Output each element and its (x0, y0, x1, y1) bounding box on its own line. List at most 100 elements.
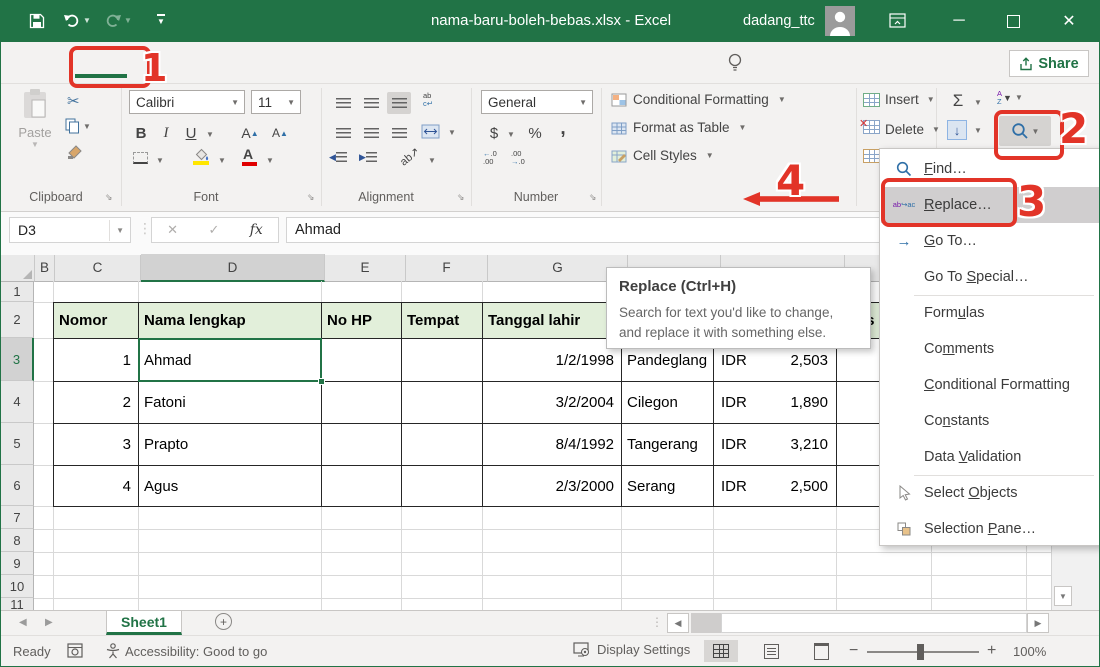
cell[interactable]: 1/2/1998 (483, 339, 622, 382)
row-header-cell[interactable]: 5 (1, 423, 34, 465)
font-color-icon[interactable]: A (243, 146, 253, 162)
cell[interactable]: Nama lengkap (139, 303, 322, 339)
conditional-formatting-button[interactable]: Conditional Formatting▼ (611, 92, 786, 107)
italic-button[interactable]: I (156, 122, 176, 144)
menu-item-data-validation[interactable]: Data Validation (881, 439, 1100, 475)
zoom-slider-thumb[interactable] (917, 644, 924, 660)
menu-item-selection-pane[interactable]: Selection Pane… (881, 511, 1100, 547)
menu-item-goto-special[interactable]: Go To Special… (881, 259, 1100, 295)
menu-item-conditional-formatting[interactable]: Conditional Formatting (881, 367, 1100, 403)
column-header-cell[interactable]: E (325, 255, 406, 282)
cell[interactable]: 1 (54, 339, 139, 382)
new-sheet-icon[interactable]: + (215, 613, 232, 630)
cell-styles-button[interactable]: Cell Styles▼ (611, 148, 714, 163)
cell[interactable] (322, 424, 402, 466)
name-box[interactable]: D3 ▼ (9, 217, 131, 243)
cell[interactable]: Cilegon (622, 382, 714, 424)
align-bottom-button[interactable] (387, 92, 411, 114)
cell[interactable]: 4 (54, 466, 139, 507)
fill-color-icon[interactable] (193, 148, 210, 166)
accessibility-status[interactable]: Accessibility: Good to go (125, 644, 267, 659)
cell[interactable]: No HP (322, 303, 402, 339)
menu-item-goto[interactable]: → Go To… (881, 223, 1100, 259)
scroll-down-icon[interactable]: ▼ (1054, 586, 1072, 606)
comma-style-button[interactable]: , (555, 118, 571, 140)
clipboard-dialog-launcher[interactable]: ⇘ (105, 192, 113, 203)
align-left-button[interactable] (331, 122, 355, 144)
row-header-cell[interactable]: 10 (1, 575, 34, 598)
number-dialog-launcher[interactable]: ⇘ (589, 192, 597, 203)
cell[interactable]: 3/2/2004 (483, 382, 622, 424)
cell[interactable]: 2 (54, 382, 139, 424)
maximize-button[interactable] (993, 0, 1033, 42)
row-header-cell[interactable]: 9 (1, 552, 34, 575)
copy-button[interactable]: ▼ (65, 118, 91, 134)
tell-me-bulb-icon[interactable] (727, 52, 743, 78)
decrease-decimal-button[interactable]: .00→.0 (511, 150, 525, 165)
view-normal-button[interactable] (704, 640, 738, 662)
insert-function-icon[interactable]: fx (250, 222, 263, 238)
confirm-entry-icon[interactable]: ✓ (208, 222, 219, 238)
column-header-cell[interactable]: C (55, 255, 141, 282)
row-header-cell[interactable]: 11 (1, 598, 34, 610)
percent-style-button[interactable]: % (525, 122, 545, 144)
row-header-cell[interactable]: 4 (1, 381, 34, 423)
account-name[interactable]: dadang_ttc (743, 13, 815, 29)
cell[interactable]: Tanggal lahir (483, 303, 622, 339)
column-header-cell[interactable]: B (35, 255, 55, 282)
fill-down-button[interactable]: ↓ (947, 120, 967, 140)
align-center-button[interactable] (359, 122, 383, 144)
menu-item-comments[interactable]: Comments (881, 331, 1100, 367)
orientation-icon[interactable]: ab↗ (397, 145, 422, 169)
menu-item-constants[interactable]: Constants (881, 403, 1100, 439)
align-top-button[interactable] (331, 92, 355, 114)
merge-center-icon[interactable] (421, 124, 440, 144)
number-format-combo[interactable]: General▼ (481, 90, 593, 114)
decrease-font-button[interactable]: A▲ (269, 122, 291, 144)
sort-filter-button[interactable]: AZ ▼▼ (997, 90, 1023, 105)
cell[interactable]: Fatoni (139, 382, 322, 424)
cell[interactable]: 2/3/2000 (483, 466, 622, 507)
cell[interactable]: Agus (139, 466, 322, 507)
accounting-format-button[interactable]: $ (485, 122, 503, 144)
cell[interactable]: 8/4/1992 (483, 424, 622, 466)
cell[interactable]: Prapto (139, 424, 322, 466)
sheet-tab-sheet1[interactable]: Sheet1 (106, 611, 182, 635)
ribbon-display-options-icon[interactable] (889, 13, 906, 33)
cell[interactable] (322, 339, 402, 382)
row-header-cell[interactable]: 6 (1, 465, 34, 506)
hscroll-right-icon[interactable]: ▶ (1027, 613, 1049, 633)
cancel-entry-icon[interactable]: ✕ (167, 222, 178, 238)
zoom-out-button[interactable]: − (849, 642, 858, 660)
column-header-cell-active[interactable]: D (141, 254, 325, 282)
cell[interactable] (402, 466, 483, 507)
name-box-chevron-icon[interactable]: ▼ (109, 220, 130, 241)
borders-icon[interactable] (133, 152, 148, 164)
font-name-combo[interactable]: Calibri▼ (129, 90, 245, 114)
cut-icon[interactable]: ✂ (67, 92, 80, 110)
increase-decimal-button[interactable]: ←.0.00 (483, 150, 497, 165)
insert-cells-button[interactable]: Insert▼ (863, 92, 935, 107)
increase-indent-icon[interactable]: ▶ (359, 152, 377, 163)
cell[interactable]: IDR3,210 (714, 424, 837, 466)
select-all-corner[interactable] (1, 255, 35, 282)
cell[interactable] (322, 382, 402, 424)
fill-handle[interactable] (318, 378, 325, 385)
view-page-layout-button[interactable] (754, 640, 788, 662)
display-settings-button[interactable]: Display Settings (573, 642, 690, 657)
row-header-cell[interactable]: 8 (1, 529, 34, 552)
hscroll-thumb[interactable] (691, 613, 721, 633)
menu-item-formulas[interactable]: Formulas (881, 295, 1100, 331)
cell[interactable] (402, 424, 483, 466)
format-painter-icon[interactable] (67, 144, 83, 165)
minimize-button[interactable]: ─ (939, 0, 979, 42)
hscroll-left-icon[interactable]: ◀ (667, 613, 689, 633)
underline-button[interactable]: U (181, 122, 201, 144)
zoom-in-button[interactable]: + (987, 642, 996, 660)
formula-bar-splitter[interactable]: ⋮ (138, 220, 152, 237)
increase-font-button[interactable]: A▲ (239, 122, 261, 144)
decrease-indent-icon[interactable]: ◀ (329, 152, 347, 163)
cell[interactable]: Serang (622, 466, 714, 507)
paste-button[interactable]: Paste ▼ (11, 88, 59, 176)
bold-button[interactable]: B (131, 122, 151, 144)
